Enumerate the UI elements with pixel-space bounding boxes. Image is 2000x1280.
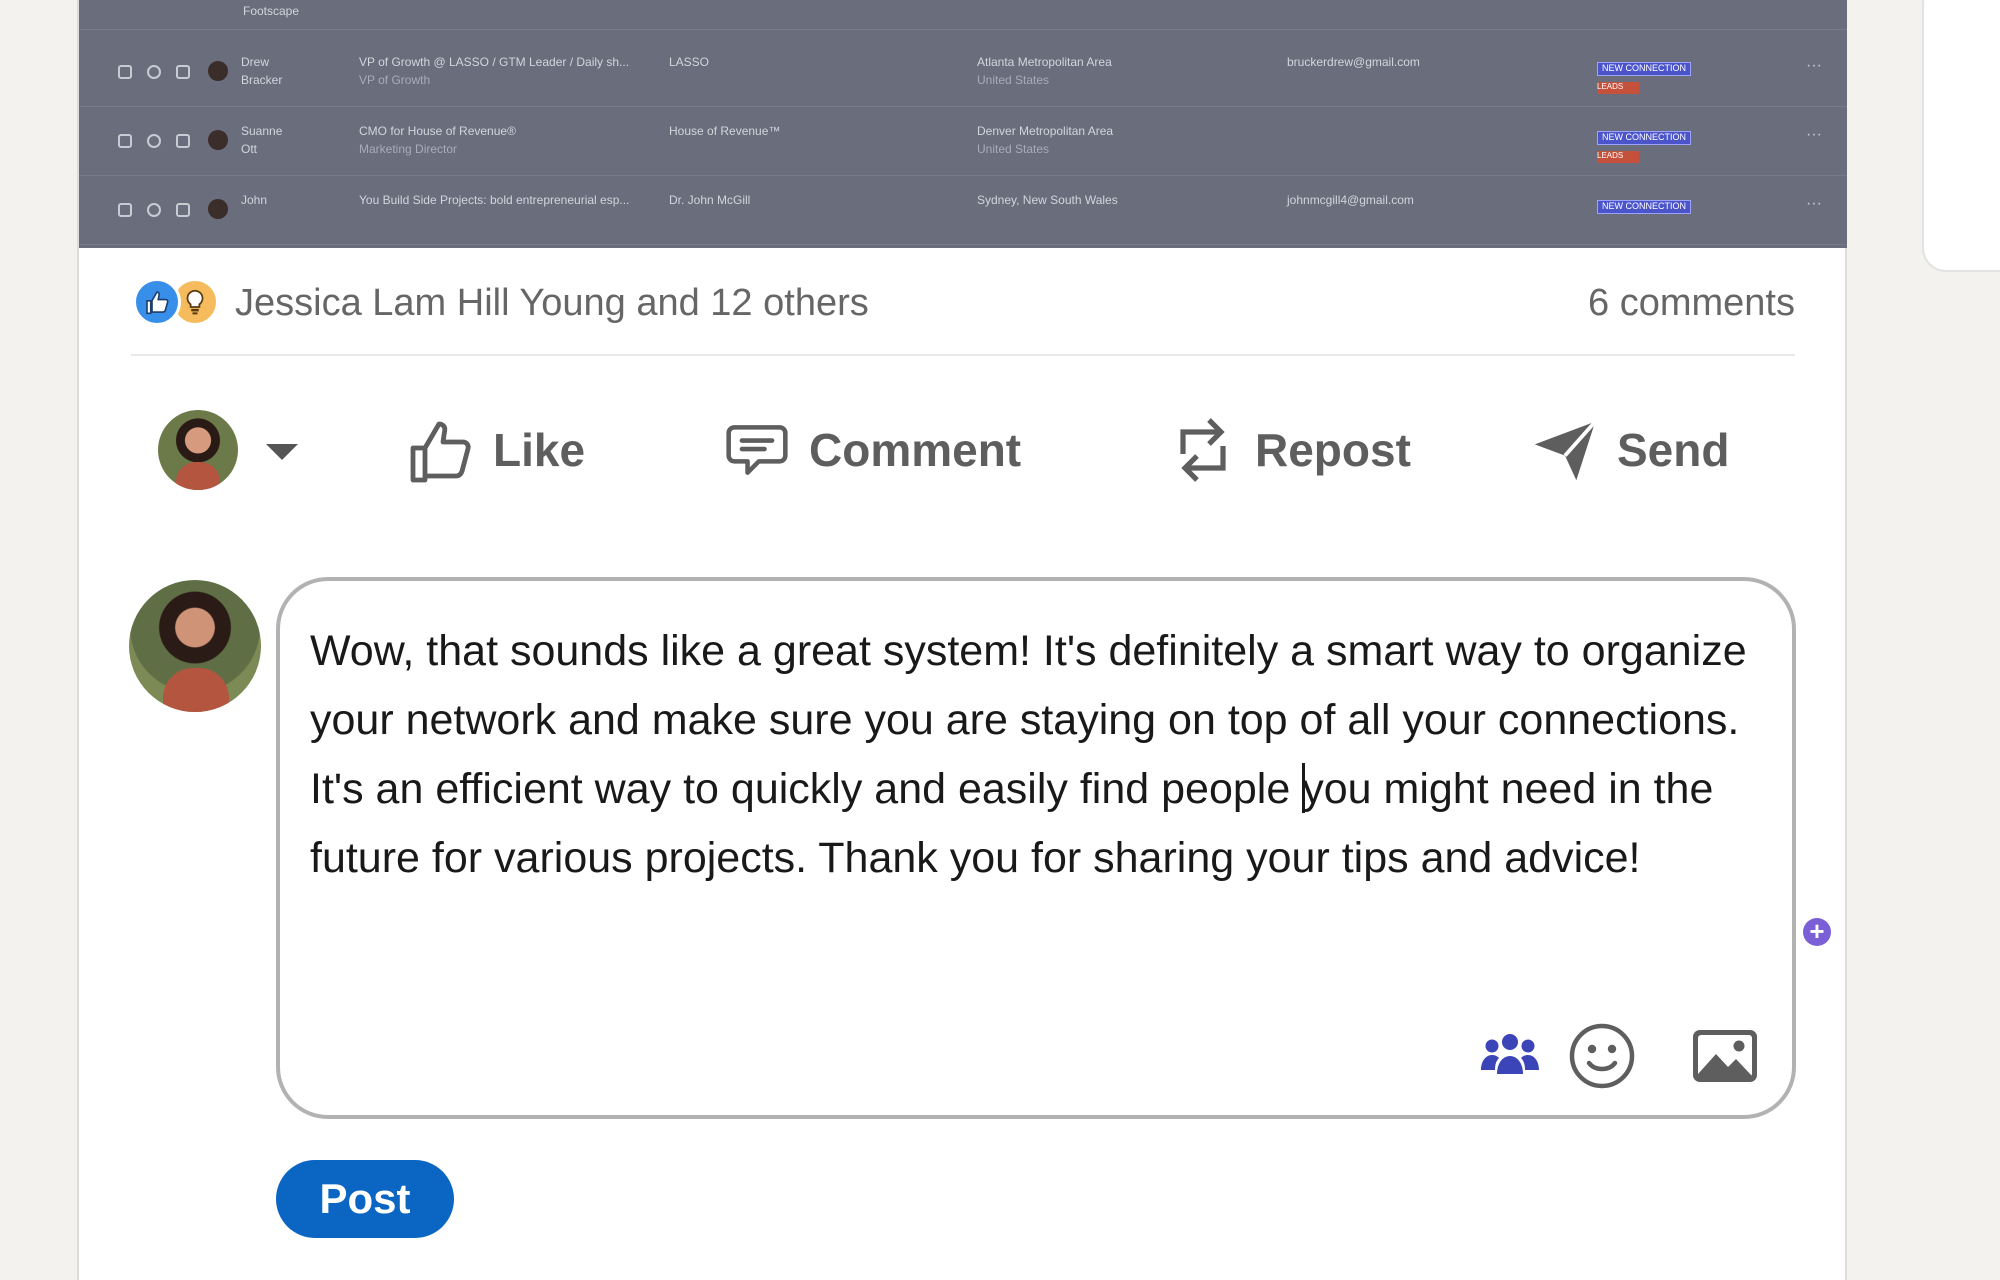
table-row: Footscape [79,0,1847,30]
status-badge: NEW CONNECTION [1597,131,1691,145]
reaction-icons[interactable] [133,278,223,328]
right-sidebar-card [1922,0,2000,272]
row-checkbox [118,203,132,217]
post-button[interactable]: Post [276,1160,454,1238]
contact-name: John [241,193,268,207]
bookmark-icon [176,65,190,79]
contact-email: johnmcgill4@gmail.com [1287,193,1414,207]
comment-label: Comment [809,424,1022,476]
contact-headline: VP of Growth @ LASSO / GTM Leader / Dail… [359,55,630,69]
mention-button[interactable] [1475,1021,1545,1091]
contact-title: VP of Growth [359,73,431,87]
post-image[interactable]: Footscape Drew Bracker VP of Growth @ LA… [79,0,1847,248]
contact-location: Atlanta Metropolitan Area [977,55,1112,69]
contact-location: Sydney, New South Wales [977,193,1118,207]
contact-company: LASSO [669,55,710,69]
actor-switcher[interactable] [158,410,298,490]
people-icon [1481,1034,1539,1074]
tag-badge: LEADS [1597,82,1639,94]
avatar [208,61,228,81]
post-card: Footscape Drew Bracker VP of Growth @ LA… [77,0,1847,1280]
avatar [158,410,238,490]
comment-text[interactable]: Wow, that sounds like a great system! It… [310,617,1770,893]
emoji-button[interactable] [1567,1021,1637,1091]
message-icon [147,203,161,217]
contact-name: Suanne [241,124,283,138]
comment-input[interactable]: Wow, that sounds like a great system! It… [276,577,1831,1119]
like-label: Like [493,424,586,476]
avatar [208,199,228,219]
more-icon: ··· [1806,126,1822,143]
status-badge: NEW CONNECTION [1597,200,1691,214]
emoji-icon [1569,1023,1635,1089]
message-icon [147,134,161,148]
like-button[interactable]: Like [407,410,585,490]
row-label: Footscape [243,4,300,18]
send-icon [1534,420,1597,481]
comment-icon [726,425,788,475]
grammar-assistant-icon[interactable]: + [1803,918,1831,946]
contact-headline: You Build Side Projects: bold entreprene… [359,193,630,207]
like-reaction-icon [133,278,181,326]
contact-company: Dr. John McGill [669,193,751,207]
commenter-avatar [129,580,261,712]
more-icon: ··· [1806,195,1822,212]
reactions-count[interactable]: Jessica Lam Hill Young and 12 others [235,282,869,325]
row-checkbox [118,134,132,148]
contact-name-2: Bracker [241,73,283,87]
thumbs-up-icon [410,421,471,483]
comment-button[interactable]: Comment [723,410,1021,490]
contact-title: Marketing Director [359,142,458,156]
table-row: Suanne Ott CMO for House of Revenue® Mar… [79,116,1847,176]
send-button[interactable]: Send [1531,410,1729,490]
contact-company: House of Revenue™ [669,124,781,138]
contact-location: Denver Metropolitan Area [977,124,1114,138]
contact-name: Drew [241,55,270,69]
repost-button[interactable]: Repost [1169,410,1411,490]
social-counts: Jessica Lam Hill Young and 12 others 6 c… [131,270,1795,356]
message-icon [147,65,161,79]
comments-count[interactable]: 6 comments [1588,282,1795,325]
more-icon: ··· [1806,57,1822,74]
avatar [208,130,228,150]
contact-country: United States [977,142,1050,156]
repost-label: Repost [1255,424,1411,476]
bookmark-icon [176,203,190,217]
add-photo-button[interactable] [1690,1021,1760,1091]
bookmark-icon [176,134,190,148]
row-checkbox [118,65,132,79]
contact-name-2: Ott [241,142,258,156]
contact-headline: CMO for House of Revenue® [359,124,516,138]
image-icon [1693,1030,1757,1082]
tag-badge: LEADS [1597,151,1639,163]
table-row: John You Build Side Projects: bold entre… [79,185,1847,245]
table-row: Drew Bracker VP of Growth @ LASSO / GTM … [79,47,1847,107]
chevron-down-icon [266,444,298,460]
contact-email: bruckerdrew@gmail.com [1287,55,1420,69]
post-action-bar: Like Comment Repost Send [131,396,1795,516]
contact-country: United States [977,73,1050,87]
repost-icon [1180,418,1226,482]
send-label: Send [1617,424,1730,476]
status-badge: NEW CONNECTION [1597,62,1691,76]
